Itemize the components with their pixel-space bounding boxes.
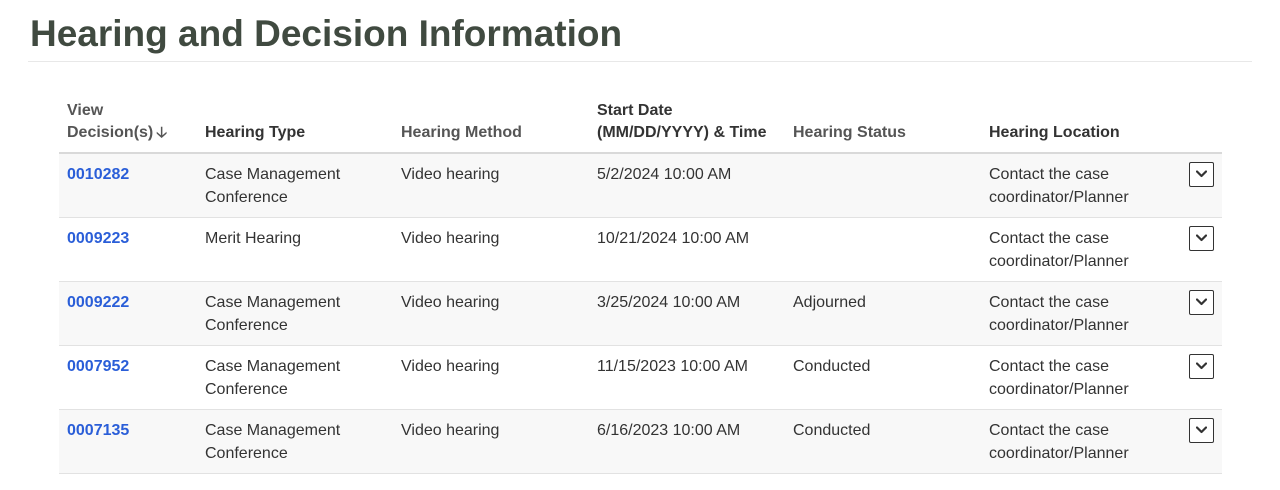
- cell-hearing-status: Conducted: [785, 409, 981, 474]
- hearing-type-line2: Conference: [205, 380, 288, 398]
- cell-start-date: 5/2/2024 10:00 AM: [589, 153, 785, 218]
- location-line2: coordinator/Planner: [989, 188, 1129, 206]
- cell-hearing-status: Adjourned: [785, 281, 981, 346]
- chevron-down-icon: [1196, 426, 1207, 434]
- location-line1: Contact the case: [989, 166, 1110, 183]
- expand-row-button[interactable]: [1189, 226, 1214, 251]
- hearing-type-line2: Conference: [205, 444, 288, 462]
- hearing-table-container: View Decision(s) 🡣 Hearing Type Hearing M…: [59, 100, 1222, 474]
- column-header-hearing-location: Hearing Location: [981, 100, 1178, 154]
- cell-hearing-method: Video hearing: [393, 345, 589, 410]
- cell-hearing-location: Contact the case coordinator/Planner: [981, 345, 1178, 410]
- location-line2: coordinator/Planner: [989, 252, 1129, 270]
- decision-link[interactable]: 0007135: [67, 422, 129, 439]
- column-header-hearing-type: Hearing Type: [197, 100, 393, 154]
- decision-link[interactable]: 0009223: [67, 230, 129, 247]
- decision-link[interactable]: 0007952: [67, 358, 129, 375]
- cell-hearing-method: Video hearing: [393, 409, 589, 474]
- cell-start-date: 11/15/2023 10:00 AM: [589, 345, 785, 410]
- table-row: 0009222 Case Management Conference Video…: [59, 281, 1222, 346]
- cell-hearing-location: Contact the case coordinator/Planner: [981, 217, 1178, 282]
- chevron-down-icon: [1196, 362, 1207, 370]
- cell-hearing-status: [785, 217, 981, 282]
- column-header-hearing-method: Hearing Method: [393, 100, 589, 154]
- hearing-type-line2: Conference: [205, 316, 288, 334]
- location-line1: Contact the case: [989, 230, 1110, 247]
- cell-expand: [1178, 345, 1222, 410]
- location-line1: Contact the case: [989, 422, 1110, 439]
- hearing-type-line1: Case Management: [205, 166, 341, 183]
- column-header-start-date: Start Date (MM/DD/YYYY) & Time: [589, 100, 785, 154]
- cell-hearing-type: Case Management Conference: [197, 281, 393, 346]
- expand-row-button[interactable]: [1189, 162, 1214, 187]
- expand-row-button[interactable]: [1189, 418, 1214, 443]
- cell-hearing-location: Contact the case coordinator/Planner: [981, 281, 1178, 346]
- hearing-type-line1: Merit Hearing: [205, 230, 302, 247]
- cell-start-date: 10/21/2024 10:00 AM: [589, 217, 785, 282]
- cell-decision: 0009223: [59, 217, 197, 282]
- page-title: Hearing and Decision Information: [30, 13, 623, 54]
- hearing-type-line1: Case Management: [205, 294, 341, 311]
- cell-hearing-type: Merit Hearing: [197, 217, 393, 282]
- cell-hearing-location: Contact the case coordinator/Planner: [981, 153, 1178, 218]
- location-line2: coordinator/Planner: [989, 316, 1129, 334]
- hearing-type-line1: Case Management: [205, 422, 341, 439]
- expand-row-button[interactable]: [1189, 354, 1214, 379]
- cell-decision: 0007952: [59, 345, 197, 410]
- cell-decision: 0009222: [59, 281, 197, 346]
- table-row: 0007952 Case Management Conference Video…: [59, 345, 1222, 410]
- table-row: 0010282 Case Management Conference Video…: [59, 153, 1222, 218]
- column-header-actions: [1178, 100, 1222, 154]
- cell-hearing-method: Video hearing: [393, 217, 589, 282]
- location-line2: coordinator/Planner: [989, 380, 1129, 398]
- table-header-row: View Decision(s) 🡣 Hearing Type Hearing M…: [59, 100, 1222, 154]
- hearing-type-line2: Conference: [205, 188, 288, 206]
- column-header-view-decisions[interactable]: View Decision(s) 🡣: [59, 100, 197, 154]
- cell-expand: [1178, 281, 1222, 346]
- table-row: 0009223 Merit Hearing Video hearing 10/2…: [59, 217, 1222, 282]
- cell-hearing-location: Contact the case coordinator/Planner: [981, 409, 1178, 474]
- cell-hearing-type: Case Management Conference: [197, 409, 393, 474]
- chevron-down-icon: [1196, 234, 1207, 242]
- decision-link[interactable]: 0010282: [67, 166, 129, 183]
- header-start-line1: Start Date: [597, 102, 673, 119]
- column-header-hearing-status: Hearing Status: [785, 100, 981, 154]
- decision-link[interactable]: 0009222: [67, 294, 129, 311]
- header-start-line2: (MM/DD/YYYY) & Time: [597, 124, 767, 141]
- expand-row-button[interactable]: [1189, 290, 1214, 315]
- cell-hearing-status: [785, 153, 981, 218]
- title-divider: [28, 61, 1252, 62]
- cell-decision: 0010282: [59, 153, 197, 218]
- sort-down-arrow-icon[interactable]: 🡣: [156, 124, 167, 141]
- cell-hearing-method: Video hearing: [393, 281, 589, 346]
- header-view-line1: View: [67, 102, 104, 119]
- chevron-down-icon: [1196, 170, 1207, 178]
- hearing-table: View Decision(s) 🡣 Hearing Type Hearing M…: [59, 100, 1222, 474]
- cell-expand: [1178, 409, 1222, 474]
- cell-hearing-status: Conducted: [785, 345, 981, 410]
- cell-expand: [1178, 153, 1222, 218]
- cell-hearing-type: Case Management Conference: [197, 345, 393, 410]
- location-line1: Contact the case: [989, 294, 1110, 311]
- hearing-type-line1: Case Management: [205, 358, 341, 375]
- cell-decision: 0007135: [59, 409, 197, 474]
- cell-hearing-type: Case Management Conference: [197, 153, 393, 218]
- table-row: 0007135 Case Management Conference Video…: [59, 409, 1222, 474]
- chevron-down-icon: [1196, 298, 1207, 306]
- location-line1: Contact the case: [989, 358, 1110, 375]
- cell-expand: [1178, 217, 1222, 282]
- cell-hearing-method: Video hearing: [393, 153, 589, 218]
- header-view-line2: Decision(s): [67, 124, 154, 141]
- cell-start-date: 6/16/2023 10:00 AM: [589, 409, 785, 474]
- cell-start-date: 3/25/2024 10:00 AM: [589, 281, 785, 346]
- location-line2: coordinator/Planner: [989, 444, 1129, 462]
